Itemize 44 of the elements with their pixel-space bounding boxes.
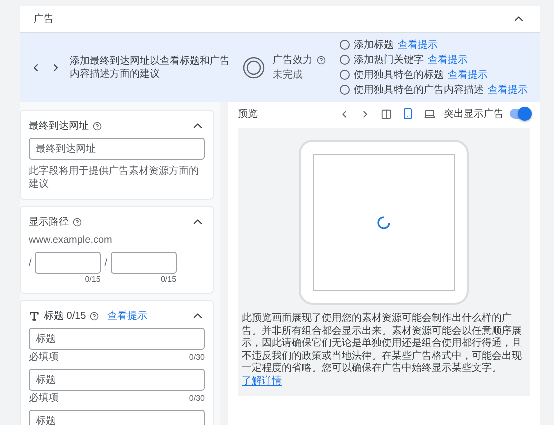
checklist-item: 使用独具特色的标题 [354, 68, 444, 82]
preview-title: 预览 [238, 108, 258, 120]
toggle-label: 突出显示广告 [444, 108, 504, 120]
tips-link[interactable]: 查看提示 [428, 53, 468, 67]
field-helper: 必填项 [29, 351, 59, 364]
text-size-icon [29, 310, 40, 322]
headline-input-field[interactable]: 标题 [29, 369, 205, 392]
section-title: 广告 [34, 12, 54, 26]
field-helper: 此字段将用于提供广告素材资源方面的建议 [29, 165, 200, 191]
card-title: 显示路径 [29, 216, 69, 228]
help-icon[interactable] [73, 218, 82, 226]
domain-text: www.example.com [29, 234, 114, 247]
field-helper: 必填项 [29, 392, 59, 406]
help-icon[interactable] [90, 312, 100, 321]
loading-spinner-icon [377, 216, 391, 230]
preview-disclaimer: 此预览画面展现了使用您的素材资源可能会制作出什么样的广告。并非所有组合都会显示出来。素材资源可能会以任意顺序展示，因此请确保它们无论是单独使用还是组合使用都行得通，且不违反我们的政策或当地法律。在某些广告格式中，可能会出现一定程度的省略。您可以确保在广告中始终显示某些文字。 了解详情 [241, 313, 523, 388]
tips-link[interactable]: 查看提示 [488, 83, 528, 97]
tips-link[interactable]: 查看提示 [398, 38, 438, 52]
help-icon[interactable] [317, 56, 326, 64]
strength-status: 未完成 [273, 68, 304, 82]
learn-more-link[interactable]: 了解详情 [242, 376, 282, 386]
checklist-item: 添加标题 [354, 38, 394, 52]
headline-input-field[interactable]: 标题 [29, 328, 205, 350]
path-separator: / [29, 256, 32, 270]
url-input-field[interactable]: 最终到达网址 [29, 138, 205, 160]
tips-link[interactable]: 查看提示 [107, 309, 148, 324]
card-title: 最终到达网址 [29, 120, 89, 132]
character-counter: 0/30 [189, 394, 205, 404]
character-counter: 0/15 [160, 275, 177, 286]
checklist-item: 添加热门关键字 [354, 54, 424, 66]
strength-ring-icon [243, 56, 265, 78]
character-counter: 0/30 [189, 352, 205, 364]
path-input-field[interactable] [34, 252, 101, 274]
card-title: 标题 0/15 [44, 310, 86, 323]
tips-link[interactable]: 查看提示 [448, 68, 488, 82]
character-counter: 0/15 [85, 275, 101, 286]
headline-input-field[interactable]: 标题 [29, 410, 205, 425]
path-input-field[interactable] [110, 252, 177, 274]
checklist-item: 使用独具特色的广告内容描述 [354, 84, 484, 96]
help-icon[interactable] [93, 122, 102, 130]
suggestion-message: 添加最终到达网址以查看标题和广告内容描述方面的建议 [70, 54, 231, 80]
path-separator: / [104, 256, 108, 270]
highlight-toggle[interactable] [510, 109, 530, 119]
strength-label: 广告效力 [273, 54, 313, 66]
